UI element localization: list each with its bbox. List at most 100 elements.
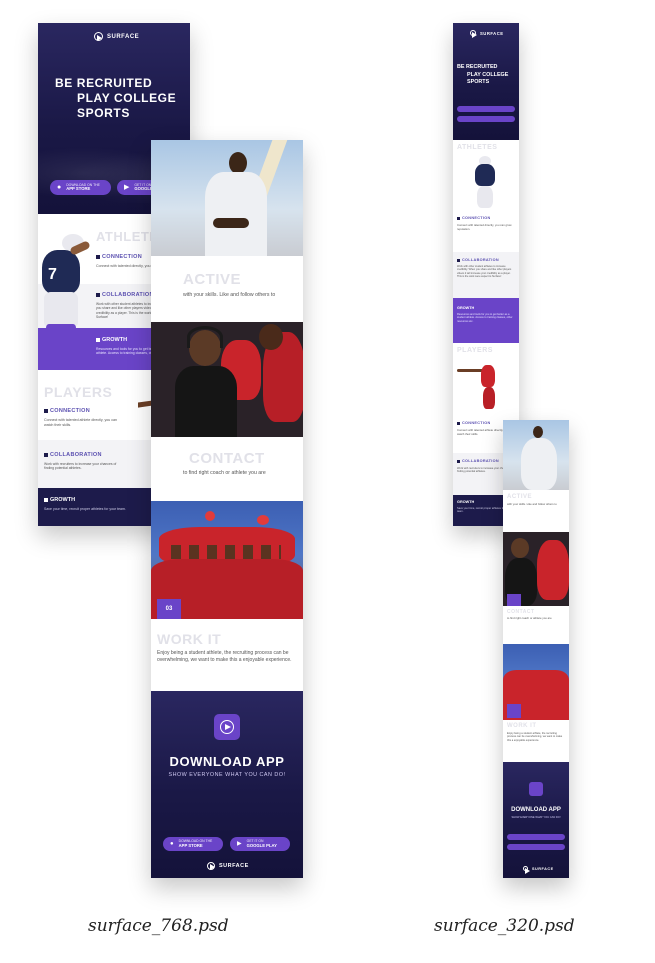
work-it-title: WORK IT — [157, 631, 222, 647]
man-with-phone-photo — [151, 140, 303, 256]
m320-contact-text: to find right coach or athlete you are — [507, 616, 552, 620]
pom-pom-right — [257, 515, 269, 525]
app-store-line-2: APP STORE — [66, 186, 91, 192]
m320-players-collaboration-heading: COLLABORATION — [457, 459, 499, 463]
m320-footer-surface-logo-icon — [523, 866, 530, 874]
app-store-button[interactable]: ● DOWNLOAD ON THE APP STORE — [50, 180, 111, 195]
app-store-line-1: DOWNLOAD ON THE — [66, 182, 100, 187]
m320-download-app-store-button[interactable] — [507, 834, 565, 840]
hero-title-line-1: BE RECRUITED — [55, 76, 153, 90]
players-collaboration-heading: COLLABORATION — [44, 452, 102, 458]
contact-title: CONTACT — [189, 450, 265, 467]
work-it-text: Enjoy being a student athlete, the recru… — [157, 650, 292, 663]
coach-jacket — [175, 366, 237, 437]
m320-work-it-title: WORK IT — [507, 723, 537, 729]
player-heads — [259, 324, 283, 350]
download-google-play-button[interactable]: ▶ GET IT ON GOOGLE PLAY — [230, 837, 290, 851]
footer-brand-logo[interactable]: SURFACE — [207, 862, 249, 871]
caption-320: surface_320.psd — [434, 916, 575, 936]
m320-athletes-connection-text: Connect with talented directly, you can … — [457, 223, 512, 231]
m320-download-app-section: DOWNLOAD APP SHOW EVERYONE WHAT YOU CAN … — [503, 762, 569, 878]
m320-players-collaboration-title: COLLABORATION — [462, 459, 499, 463]
m320-active-section: ACTIVE with your skills. Like and follow… — [503, 490, 569, 532]
players-title: PLAYERS — [44, 384, 113, 400]
m320-athletes-connection-title: CONNECTION — [462, 216, 491, 220]
m320-hero-title: BE RECRUITED PLAY COLLEGE SPORTS — [457, 64, 508, 87]
m320-footer-brand-logo[interactable]: SURFACE — [523, 866, 554, 874]
athletes-connection-heading: CONNECTION — [96, 254, 142, 260]
brand-name: SURFACE — [107, 33, 140, 40]
pom-pom-left — [205, 511, 215, 521]
players-collaboration-text: Work with recruiters to increase your ch… — [44, 462, 117, 471]
m320-brand-logo[interactable]: SURFACE — [470, 30, 504, 38]
m320-players-title: PLAYERS — [457, 347, 493, 354]
m320-athletes-collaboration-section: COLLABORATION Work with other student at… — [453, 252, 519, 298]
surface-logo-icon — [94, 32, 103, 41]
m320-basketball-legs — [483, 387, 495, 409]
m320-basketball-arm — [457, 369, 483, 372]
m320-active-text: with your skills. Like and follow others… — [507, 502, 557, 506]
m320-athletes-collaboration-text: Work with other student athletes to incr… — [457, 265, 512, 278]
m320-player-red-jersey — [537, 540, 569, 600]
hero-title: BE RECRUITED PLAY COLLEGE SPORTS — [55, 76, 176, 121]
apple-icon: ● — [170, 841, 174, 847]
m320-badge — [507, 594, 521, 606]
m320-hero-title-line-1: BE RECRUITED — [457, 64, 498, 70]
m320-players-growth-heading: GROWTH — [457, 500, 474, 504]
m320-athletes-growth-section: GROWTH Resources and tools for you to ge… — [453, 298, 519, 343]
m320-hero-section: SURFACE BE RECRUITED PLAY COLLEGE SPORTS — [453, 23, 519, 140]
football-pants — [44, 292, 78, 326]
man-hands — [213, 218, 249, 228]
m320-man-with-phone-photo — [503, 420, 569, 490]
download-app-store-line-2: APP STORE — [178, 842, 203, 848]
m320-work-it-text: Enjoy being a student athlete, the recru… — [507, 732, 563, 742]
m320-contact-title: CONTACT — [507, 609, 535, 615]
hero-title-line-3: SPORTS — [77, 106, 130, 120]
hero-title-line-2: PLAY COLLEGE — [77, 91, 177, 105]
surface-app-icon — [220, 720, 234, 734]
m320-athletes-collaboration-heading: COLLABORATION — [457, 258, 499, 262]
football-legs — [46, 324, 76, 364]
m320-coach-head — [511, 538, 529, 558]
players-connection-heading: CONNECTION — [44, 408, 90, 414]
m320-download-app-icon[interactable] — [529, 782, 543, 796]
download-app-icon[interactable] — [214, 714, 240, 740]
m320-athletes-growth-title: GROWTH — [457, 306, 475, 310]
m320-app-store-button[interactable] — [457, 106, 515, 112]
m320-man-jacket — [521, 438, 557, 490]
m320-active-title: ACTIVE — [507, 494, 533, 500]
athletes-growth-heading: GROWTH — [96, 337, 127, 343]
download-google-play-line-2: GOOGLE PLAY — [246, 842, 277, 848]
download-app-section: DOWNLOAD APP SHOW EVERYONE WHAT YOU CAN … — [151, 691, 303, 878]
m320-work-it-section: WORK IT Enjoy being a student athlete, t… — [503, 720, 569, 762]
players-growth-text: Save your time, recruit proper athletes … — [44, 507, 126, 511]
coach-and-players-photo — [151, 322, 303, 437]
football-jersey-number: 7 — [48, 266, 57, 283]
m320-coach-photo — [503, 532, 569, 606]
m320-football-jersey — [475, 164, 495, 186]
m320-football-player-photo — [465, 154, 505, 212]
download-app-store-line-1: DOWNLOAD ON THE — [178, 839, 213, 844]
brand-logo[interactable]: SURFACE — [94, 32, 139, 41]
football-player-photo: 7 — [38, 228, 94, 368]
download-app-store-button[interactable]: ● DOWNLOAD ON THE APP STORE — [163, 837, 223, 851]
m320-google-play-button[interactable] — [457, 116, 515, 122]
contact-section: CONTACT to find right coach or athlete y… — [151, 437, 303, 501]
m320-surface-logo-icon — [470, 30, 478, 38]
team-celebration-photo: 03 — [151, 501, 303, 619]
play-icon: ▶ — [124, 184, 130, 191]
mock-768-right-panel: ACTIVE with your skills. Like and follow… — [151, 140, 303, 878]
m320-football-pants — [477, 186, 493, 208]
m320-basketball-player-photo — [457, 357, 517, 411]
active-section: ACTIVE with your skills. Like and follow… — [151, 256, 303, 322]
coach-headset-icon — [187, 326, 223, 348]
download-google-play-line-1: GET IT ON — [246, 839, 264, 844]
m320-contact-section: CONTACT to find right coach or athlete y… — [503, 606, 569, 644]
m320-athletes-growth-heading: GROWTH — [457, 306, 474, 310]
active-title: ACTIVE — [183, 271, 242, 288]
m320-download-app-title: DOWNLOAD APP — [511, 807, 561, 813]
m320-athletes-connection-heading: CONNECTION — [457, 216, 491, 220]
download-app-subtitle: SHOW EVERYONE WHAT YOU CAN DO! — [168, 772, 286, 778]
m320-download-google-play-button[interactable] — [507, 844, 565, 850]
m320-hero-title-line-3: SPORTS — [467, 79, 490, 85]
